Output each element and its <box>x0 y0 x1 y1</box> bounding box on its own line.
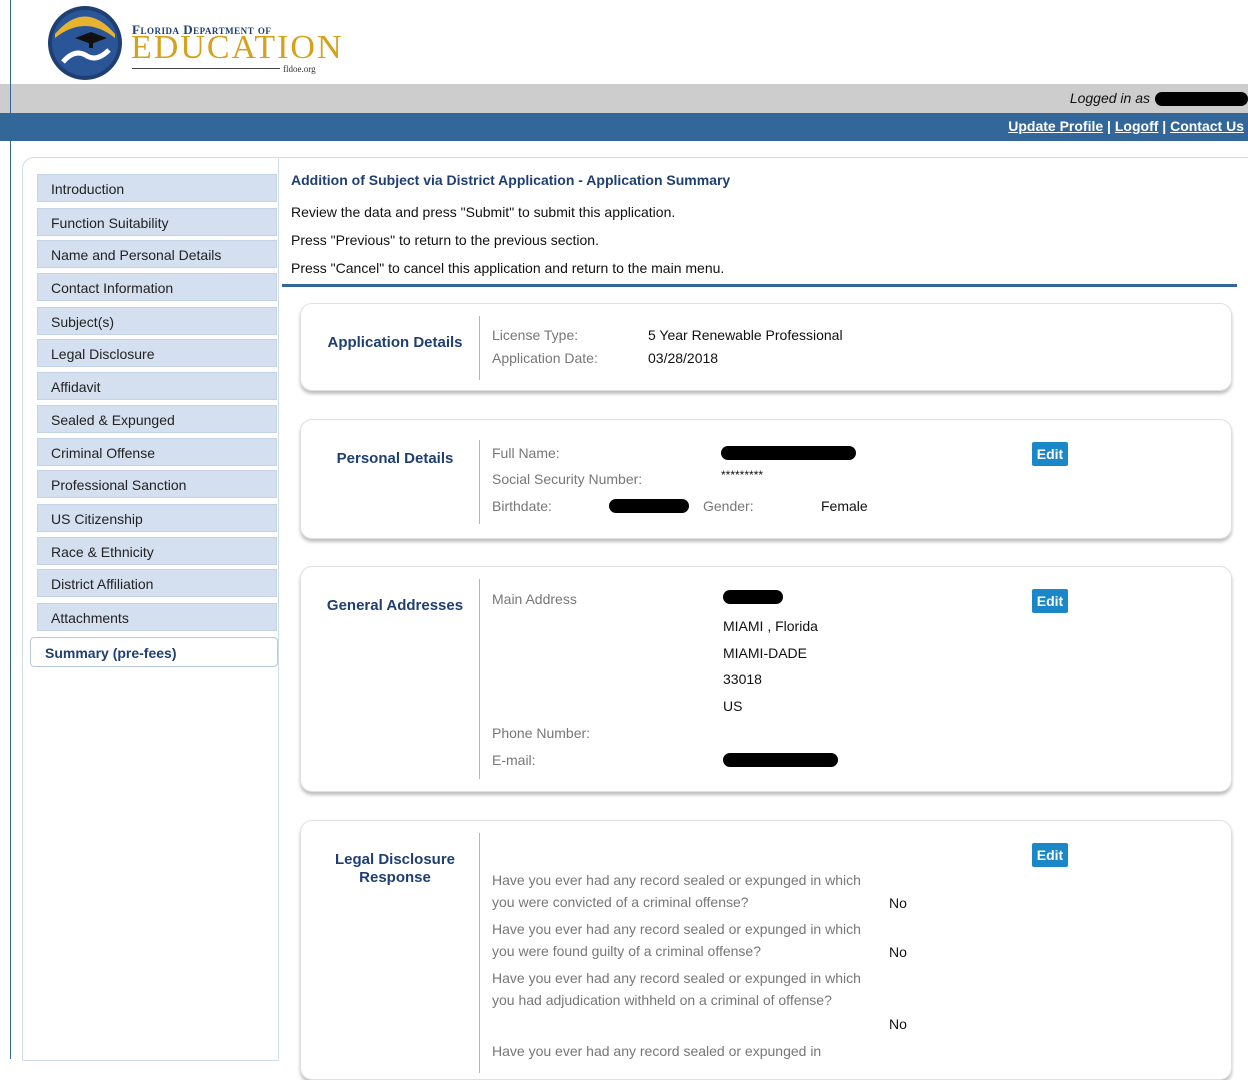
fldoe-logo-icon <box>48 6 122 80</box>
general-addresses-label: General Addresses <box>326 597 464 614</box>
main-top-border <box>278 157 1248 158</box>
legal-answer: No <box>889 895 907 911</box>
country-value: US <box>723 698 743 714</box>
redacted-username <box>1155 92 1248 106</box>
sidebar-item-attachments[interactable]: Attachments <box>37 603 277 631</box>
legal-question: Have you ever had any record sealed or e… <box>492 872 861 910</box>
instruction-submit: Review the data and press "Submit" to su… <box>291 204 676 220</box>
sidebar-item-legal-disclosure[interactable]: Legal Disclosure <box>37 339 277 367</box>
general-addresses-card: General Addresses Main Address MIAMI , F… <box>300 566 1232 792</box>
sidebar-item-introduction[interactable]: Introduction <box>37 174 277 202</box>
logo-line3: fldoe.org <box>283 64 316 74</box>
frame-border <box>10 0 11 1059</box>
license-type-value: 5 Year Renewable Professional <box>648 327 843 343</box>
contact-us-link[interactable]: Contact Us <box>1170 118 1244 134</box>
application-details-card: Application Details License Type: 5 Year… <box>300 303 1232 391</box>
email-label: E-mail: <box>492 752 536 768</box>
update-profile-link[interactable]: Update Profile <box>1008 118 1103 134</box>
sidebar-item-contact-information[interactable]: Contact Information <box>37 273 277 301</box>
application-date-label: Application Date: <box>492 350 598 366</box>
header: Florida Department of EDUCATION fldoe.or… <box>0 0 1248 84</box>
logo-line2: EDUCATION <box>131 29 344 66</box>
logged-in-label: Logged in as <box>1069 90 1150 106</box>
legal-question: Have you ever had any record sealed or e… <box>492 921 861 959</box>
personal-details-label: Personal Details <box>336 450 454 467</box>
nav-separator: | <box>1107 118 1111 134</box>
redacted-street-address <box>723 590 783 604</box>
sidebar-item-summary[interactable]: Summary (pre-fees) <box>30 637 278 667</box>
sidebar-item-race-ethnicity[interactable]: Race & Ethnicity <box>37 537 277 565</box>
section-divider <box>282 284 1237 287</box>
gender-label: Gender: <box>703 498 754 514</box>
edit-legal-button[interactable]: Edit <box>1032 843 1068 867</box>
sidebar-item-sealed-expunged[interactable]: Sealed & Expunged <box>37 405 277 433</box>
nav-links: Update Profile | Logoff | Contact Us <box>1008 118 1244 134</box>
main-address-label: Main Address <box>492 591 577 607</box>
login-bar: Logged in as <box>0 84 1248 113</box>
instruction-cancel: Press "Cancel" to cancel this applicatio… <box>291 260 725 276</box>
sidebar-item-professional-sanction[interactable]: Professional Sanction <box>37 470 277 498</box>
top-nav-bar: Update Profile | Logoff | Contact Us <box>0 113 1248 141</box>
application-details-label: Application Details <box>327 334 463 351</box>
legal-disclosure-card: Legal Disclosure Response Edit Have you … <box>300 820 1232 1080</box>
zip-value: 33018 <box>723 671 762 687</box>
sidebar-item-affidavit[interactable]: Affidavit <box>37 372 277 400</box>
card-divider <box>479 833 480 1073</box>
logo-divider <box>132 68 280 69</box>
county-value: MIAMI-DADE <box>723 645 807 661</box>
legal-answer: No <box>889 944 907 960</box>
card-divider <box>479 579 480 779</box>
ssn-value: ********* <box>721 468 764 482</box>
card-divider <box>479 440 480 524</box>
redacted-full-name <box>721 446 856 460</box>
personal-details-card: Personal Details Full Name: Social Secur… <box>300 419 1232 539</box>
redacted-birthdate <box>609 499 689 513</box>
sidebar-item-subjects[interactable]: Subject(s) <box>37 307 277 335</box>
edit-addresses-button[interactable]: Edit <box>1032 589 1068 613</box>
sidebar-item-name-personal-details[interactable]: Name and Personal Details <box>37 240 277 268</box>
full-name-label: Full Name: <box>492 445 560 461</box>
logoff-link[interactable]: Logoff <box>1115 118 1159 134</box>
ssn-label: Social Security Number: <box>492 471 643 487</box>
sidebar-item-function-suitability[interactable]: Function Suitability <box>37 208 277 236</box>
legal-disclosure-label: Legal Disclosure Response <box>334 851 456 886</box>
card-divider <box>479 316 480 380</box>
page-title: Addition of Subject via District Applica… <box>291 172 731 188</box>
gender-value: Female <box>821 498 868 514</box>
sidebar-item-criminal-offense[interactable]: Criminal Offense <box>37 438 277 466</box>
license-type-label: License Type: <box>492 327 579 343</box>
legal-question: Have you ever had any record sealed or e… <box>492 970 861 1008</box>
redacted-email <box>723 753 838 767</box>
main-border <box>278 157 279 1059</box>
city-state-value: MIAMI , Florida <box>723 618 818 634</box>
instruction-previous: Press "Previous" to return to the previo… <box>291 232 599 248</box>
nav-separator: | <box>1162 118 1167 134</box>
birthdate-label: Birthdate: <box>492 498 552 514</box>
legal-answer: No <box>889 1016 907 1032</box>
phone-number-label: Phone Number: <box>492 725 591 741</box>
edit-personal-button[interactable]: Edit <box>1032 442 1068 466</box>
sidebar-item-us-citizenship[interactable]: US Citizenship <box>37 504 277 532</box>
sidebar-item-district-affiliation[interactable]: District Affiliation <box>37 569 277 597</box>
application-date-value: 03/28/2018 <box>648 350 719 366</box>
